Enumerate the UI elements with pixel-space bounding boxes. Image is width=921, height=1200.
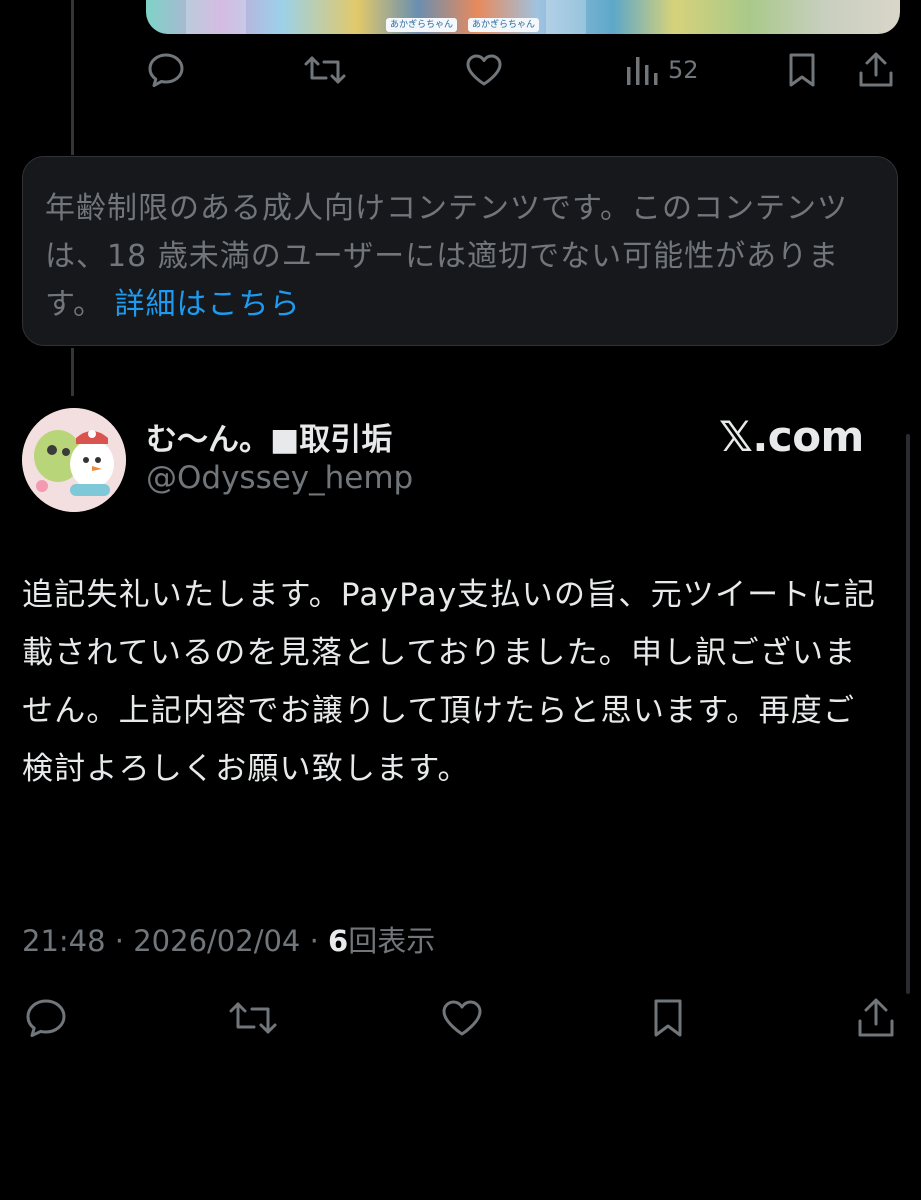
views-count: 52 <box>668 56 699 84</box>
retweet-icon[interactable] <box>303 46 347 94</box>
learn-more-link[interactable]: 詳細はこちら <box>115 287 301 322</box>
views-bar-icon <box>627 57 658 85</box>
parent-tweet-media[interactable]: あかぎらちゃん あかぎらちゃん <box>146 0 900 34</box>
bookmark-icon[interactable] <box>784 46 820 94</box>
media-highlight <box>186 0 246 34</box>
retweet-icon[interactable] <box>228 994 278 1042</box>
media-highlight <box>546 0 586 34</box>
share-icon[interactable] <box>856 994 896 1042</box>
reply-icon[interactable] <box>146 46 186 94</box>
media-label: あかぎらちゃん <box>386 18 458 32</box>
tweet-meta: 21:48 · 2026/02/04 · 6回表示 <box>22 918 435 960</box>
author-handle[interactable]: @Odyssey_hemp <box>146 460 413 496</box>
meta-separator: · <box>309 924 319 958</box>
avatar-image <box>22 408 126 512</box>
age-restriction-notice: 年齢制限のある成人向けコンテンツです。このコンテンツは、18 歳未満のユーザーに… <box>22 156 898 346</box>
tweet-date[interactable]: 2026/02/04 <box>133 924 300 958</box>
tweet-views-label: 回表示 <box>348 924 436 958</box>
author-display-name[interactable]: む〜ん。■取引垢 <box>146 414 392 459</box>
share-icon[interactable] <box>856 46 896 94</box>
heart-icon[interactable] <box>440 994 484 1042</box>
tweet-text: 追記失礼いたします。PayPay支払いの旨、元ツイートに記載されているのを見落と… <box>22 577 876 787</box>
meta-separator: · <box>114 924 125 958</box>
heart-icon[interactable] <box>464 46 504 94</box>
avatar[interactable] <box>22 408 126 512</box>
views-button[interactable]: 52 <box>624 46 724 94</box>
x-com-badge: 𝕏.com <box>719 412 864 461</box>
scrollbar[interactable] <box>906 434 910 994</box>
tweet-views-count: 6 <box>328 924 349 958</box>
parent-tweet-actions: 52 <box>0 46 921 106</box>
bookmark-icon[interactable] <box>650 994 686 1042</box>
media-label: あかぎらちゃん <box>468 18 540 32</box>
tweet-actions <box>0 994 921 1054</box>
tweet-time[interactable]: 21:48 <box>22 924 106 958</box>
thread-connector-line <box>71 348 74 396</box>
reply-icon[interactable] <box>24 994 68 1042</box>
